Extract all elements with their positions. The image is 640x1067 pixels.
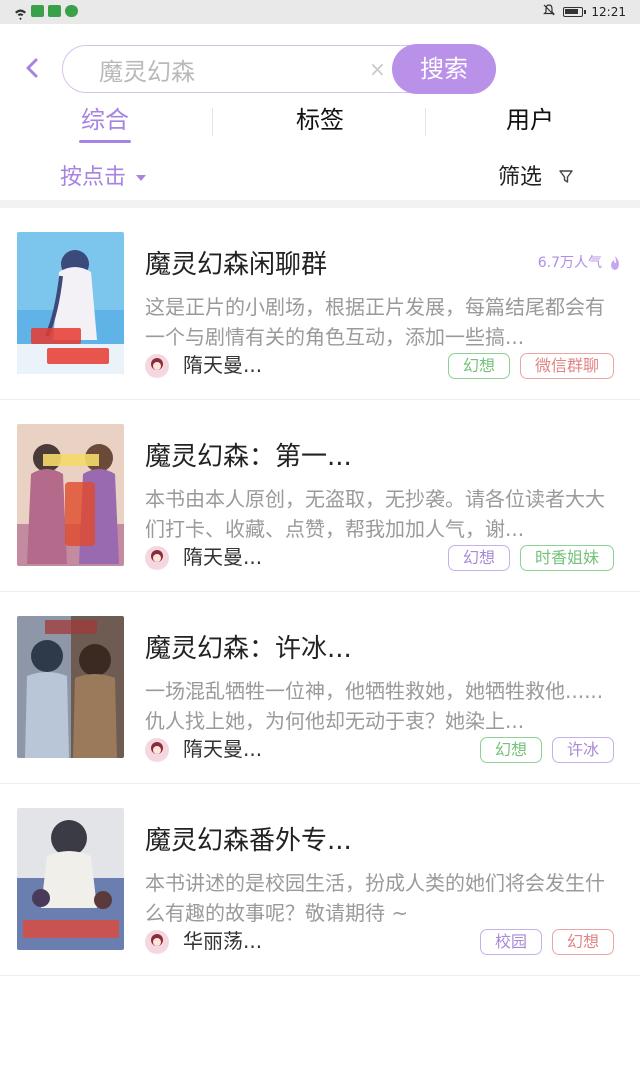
book-cover[interactable] — [17, 424, 124, 566]
book-cover[interactable] — [17, 616, 124, 758]
author-name: 隋天曼... — [183, 737, 263, 761]
book-title: 魔灵幻森闲聊群 — [145, 250, 328, 280]
book-title: 魔灵幻森：许冰... — [145, 634, 352, 664]
flame-icon — [611, 256, 619, 270]
popularity-count: 6.7万人气 — [537, 255, 602, 271]
book-description: 一场混乱牺牲一位神，他牺牲救她，她牺牲救他......仇人找上她，为何他却无动于… — [145, 679, 604, 733]
status-time: 12:21 — [591, 4, 626, 19]
app-icon — [65, 5, 78, 17]
tag-list: 幻想 时香姐妹 — [447, 545, 614, 571]
author-name: 隋天曼... — [183, 353, 263, 377]
clear-icon[interactable]: × — [369, 56, 386, 82]
tag-list: 校园 幻想 — [479, 929, 614, 955]
tag[interactable]: 幻想 — [447, 353, 510, 379]
tag[interactable]: 幻想 — [551, 929, 614, 955]
result-item[interactable]: 魔灵幻森：许冰... 一场混乱牺牲一位神，他牺牲救她，她牺牲救他......仇人… — [0, 592, 640, 784]
tag-list: 幻想 微信群聊 — [447, 353, 614, 379]
filter-button[interactable]: 筛选 — [498, 162, 573, 194]
book-title: 魔灵幻森：第一... — [145, 442, 352, 472]
battery-icon — [563, 6, 587, 17]
search-button[interactable]: 搜索 — [392, 44, 496, 94]
status-icons-left — [14, 5, 78, 20]
popularity: 6.7万人气 — [538, 252, 622, 274]
result-item[interactable]: 魔灵幻森：第一... 本书由本人原创，无盗取，无抄袭。请各位读者大大们打卡、收藏… — [0, 400, 640, 592]
tab-users[interactable]: 用户 — [470, 100, 590, 146]
book-cover[interactable] — [17, 232, 124, 374]
result-item[interactable]: 魔灵幻森番外专... 本书讲述的是校园生活，扮成人类的她们将会发生什么有趣的故事… — [0, 784, 640, 976]
caret-down-icon — [136, 175, 147, 181]
notification-icon — [31, 5, 44, 17]
section-divider — [0, 200, 640, 208]
sort-dropdown[interactable]: 按点击 — [60, 162, 147, 194]
wechat-icon — [48, 5, 61, 17]
mute-icon — [543, 4, 556, 19]
wifi-icon — [14, 5, 27, 20]
search-input[interactable] — [99, 54, 359, 84]
status-icons-right: 12:21 — [543, 4, 626, 19]
back-button[interactable] — [18, 52, 46, 84]
tag[interactable]: 幻想 — [447, 545, 510, 571]
sort-label: 按点击 — [60, 165, 127, 190]
tag-list: 幻想 许冰 — [479, 737, 614, 763]
author-name: 隋天曼... — [183, 545, 263, 569]
tag[interactable]: 微信群聊 — [519, 353, 614, 379]
author-avatar — [145, 354, 169, 378]
active-tab-indicator — [79, 140, 131, 143]
book-title: 魔灵幻森番外专... — [145, 826, 352, 856]
author-avatar — [145, 546, 169, 570]
tab-tags[interactable]: 标签 — [250, 100, 390, 146]
book-description: 这是正片的小剧场，根据正片发展，每篇结尾都会有一个与剧情有关的角色互动，添加一些… — [145, 295, 605, 349]
filter-label: 筛选 — [498, 165, 543, 190]
author-avatar — [145, 738, 169, 762]
status-bar: 12:21 — [0, 0, 640, 24]
tab-divider — [212, 108, 213, 136]
author-name: 华丽荡... — [183, 929, 263, 953]
book-cover[interactable] — [17, 808, 124, 950]
tag[interactable]: 校园 — [479, 929, 542, 955]
tag[interactable]: 幻想 — [479, 737, 542, 763]
filter-icon — [559, 162, 573, 194]
author-avatar — [145, 930, 169, 954]
tab-divider — [425, 108, 426, 136]
tab-bar: 综合 标签 用户 — [0, 100, 640, 146]
result-item[interactable]: 魔灵幻森闲聊群 6.7万人气 这是正片的小剧场，根据正片发展，每篇结尾都会有一个… — [0, 208, 640, 400]
book-description: 本书讲述的是校园生活，扮成人类的她们将会发生什么有趣的故事呢？敬请期待 ~ — [145, 871, 605, 925]
chevron-left-icon — [26, 58, 38, 78]
tag[interactable]: 时香姐妹 — [519, 545, 614, 571]
tag[interactable]: 许冰 — [551, 737, 614, 763]
book-description: 本书由本人原创，无盗取，无抄袭。请各位读者大大们打卡、收藏、点赞，帮我加加人气，… — [145, 487, 605, 541]
